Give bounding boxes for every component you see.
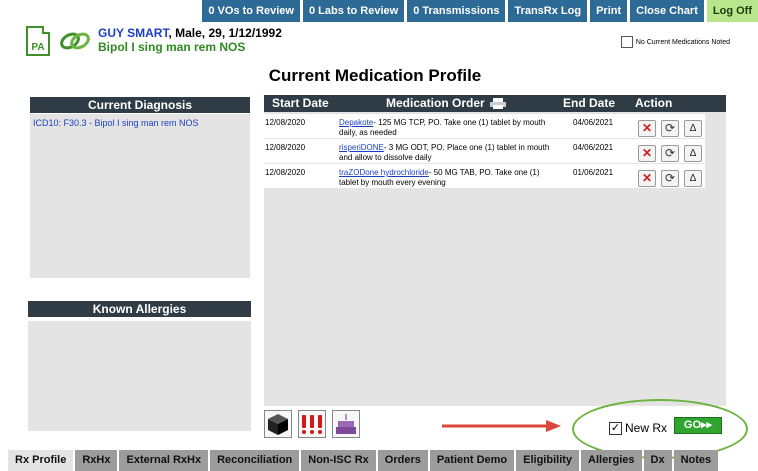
print-button[interactable]: Print [590,0,628,22]
tab-non-isc-rx[interactable]: Non-ISC Rx [301,450,376,471]
change-icon[interactable]: Δ [684,145,702,162]
close-chart-button[interactable]: Close Chart [630,0,704,22]
drug-link[interactable]: traZODone hydrochloride [339,168,429,177]
top-toolbar: 0 VOs to Review 0 Labs to Review 0 Trans… [199,0,758,22]
medication-row: 12/08/2020 Depakote- 125 MG TCP, PO. Tak… [264,114,705,138]
current-diagnosis-panel: ICD10: F30.3 - Bipol I sing man rem NOS [30,114,250,278]
no-current-meds-label: No Current Medications Noted [635,38,730,46]
current-diagnosis-header: Current Diagnosis [30,97,250,113]
tab-rx-profile[interactable]: Rx Profile [8,450,74,471]
formulary-box-icon[interactable] [264,410,292,438]
patient-demographics: , Male, 29, 1/12/1992 [168,26,282,40]
start-date-cell: 12/08/2020 [265,118,306,127]
transrx-log-button[interactable]: TransRx Log [508,0,588,22]
prior-authorization-icon[interactable]: PA [26,26,50,56]
bottom-tab-bar: Rx Profile RxHx External RxHx Reconcilia… [8,450,720,471]
page-title-row: Current Medication Profile [0,66,758,86]
no-current-meds-checkbox[interactable] [620,36,633,48]
tab-reconciliation[interactable]: Reconciliation [210,450,300,471]
vos-to-review-button[interactable]: 0 VOs to Review [202,0,300,22]
medication-order-cell: traZODone hydrochloride- 50 MG TAB, PO. … [339,168,559,188]
end-date-cell: 04/06/2021 [573,143,614,152]
patient-name[interactable]: GUY SMART [98,26,168,40]
tab-notes[interactable]: Notes [673,450,719,471]
start-date-cell: 12/08/2020 [265,168,306,177]
pa-badge-text: PA [31,42,45,53]
medication-order-cell: risperiDONE- 3 MG ODT, PO. Place one (1)… [339,143,559,163]
renew-icon[interactable]: ⟳ [661,120,679,137]
end-date-cell: 01/06/2021 [573,168,614,177]
known-allergies-header: Known Allergies [28,301,251,317]
printer-icon[interactable] [489,98,506,110]
patient-diagnosis: Bipol I sing man rem NOS [98,40,246,54]
medication-order-header-label: Medication Order [386,96,485,110]
log-off-button[interactable]: Log Off [706,0,758,22]
tab-orders[interactable]: Orders [377,450,428,471]
new-rx-checkbox[interactable]: ✓ [609,421,622,435]
medication-order-header: Medication Order [386,95,506,112]
medication-order-cell: Depakote- 125 MG TCP, PO. Take one (1) t… [339,118,559,138]
go-button[interactable]: GO▸▸ [674,417,722,434]
medication-row: 12/08/2020 risperiDONE- 3 MG ODT, PO. Pl… [264,139,705,163]
medication-row: 12/08/2020 traZODone hydrochloride- 50 M… [264,164,705,188]
patient-name-line: GUY SMART, Male, 29, 1/12/1992 [98,26,282,40]
change-icon[interactable]: Δ [684,120,702,137]
link-chain-icon[interactable] [58,30,92,52]
new-rx-option: ✓ New Rx [609,421,667,435]
start-date-header: Start Date [272,96,329,110]
renew-icon[interactable]: ⟳ [661,145,679,162]
drug-link[interactable]: risperiDONE [339,143,384,152]
discontinue-icon[interactable]: ✕ [638,170,656,187]
known-allergies-panel [28,321,251,431]
action-header: Action [635,96,673,110]
tab-eligibility[interactable]: Eligibility [516,450,580,471]
discontinue-icon[interactable]: ✕ [638,120,656,137]
change-icon[interactable]: Δ [684,170,702,187]
tab-allergies[interactable]: Allergies [581,450,642,471]
red-arrow-icon [442,420,561,432]
tab-external-rxhx[interactable]: External RxHx [119,450,209,471]
end-date-cell: 04/06/2021 [573,118,614,127]
drug-alerts-icon[interactable] [298,410,326,438]
new-rx-label: New Rx [625,421,668,435]
medication-table: 12/08/2020 Depakote- 125 MG TCP, PO. Tak… [264,112,726,406]
drug-link[interactable]: Depakote [339,118,373,127]
no-current-meds: No Current Medications Noted [620,36,730,48]
transmissions-button[interactable]: 0 Transmissions [407,0,506,22]
page-fold-icon [42,26,50,34]
tab-patient-demo[interactable]: Patient Demo [429,450,515,471]
labs-to-review-button[interactable]: 0 Labs to Review [302,0,405,22]
discontinue-icon[interactable]: ✕ [638,145,656,162]
tab-rxhx[interactable]: RxHx [75,450,118,471]
end-date-header: End Date [563,96,616,110]
diagnosis-entry: ICD10: F30.3 - Bipol I sing man rem NOS [33,118,199,128]
tab-dx[interactable]: Dx [643,450,672,471]
birthday-cake-icon[interactable] [332,410,360,438]
start-date-cell: 12/08/2020 [265,143,306,152]
renew-icon[interactable]: ⟳ [661,170,679,187]
medication-table-header: Start Date Medication Order End Date Act… [264,95,726,112]
page-title: Current Medication Profile [268,66,482,85]
